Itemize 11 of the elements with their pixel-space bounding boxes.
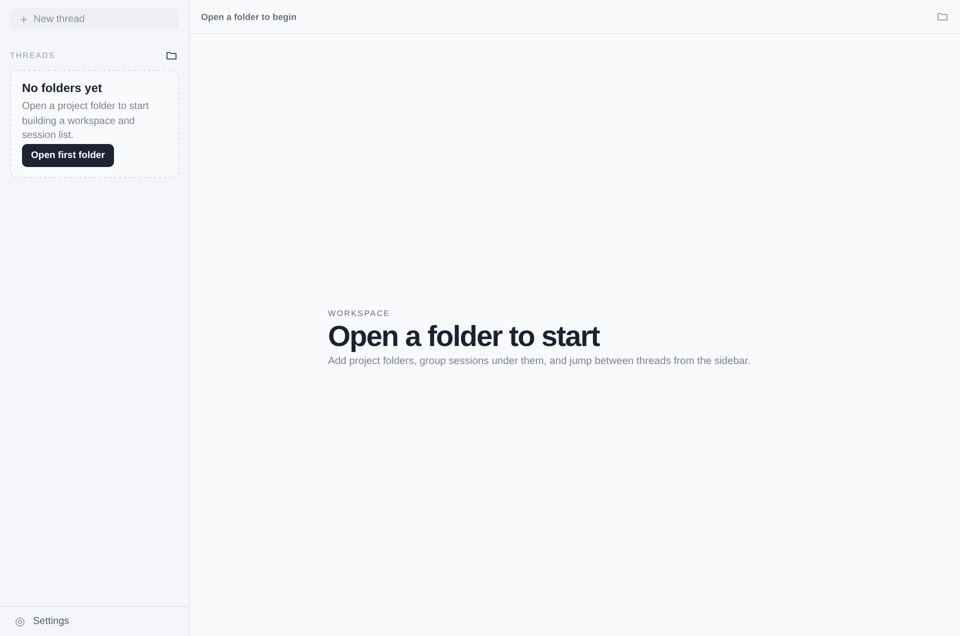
subtitle: Add project folders, group sessions under them, and jump between threads from the sidebar. <box>328 356 752 367</box>
settings-button[interactable]: Settings <box>15 616 70 627</box>
card-title: No folders yet <box>22 81 104 95</box>
settings-icon <box>15 616 25 626</box>
eyebrow-label: WORKSPACE <box>328 309 392 318</box>
card-text: Open a project folder to start building a workspace and session list. <box>22 100 150 143</box>
header-title: Open a folder to begin <box>201 12 297 22</box>
open-folder-button[interactable]: Open first folder <box>22 144 114 166</box>
section-title: THREADS <box>10 51 56 60</box>
main-heading: Open a folder to start <box>328 321 601 354</box>
folder-icon[interactable] <box>166 51 177 60</box>
